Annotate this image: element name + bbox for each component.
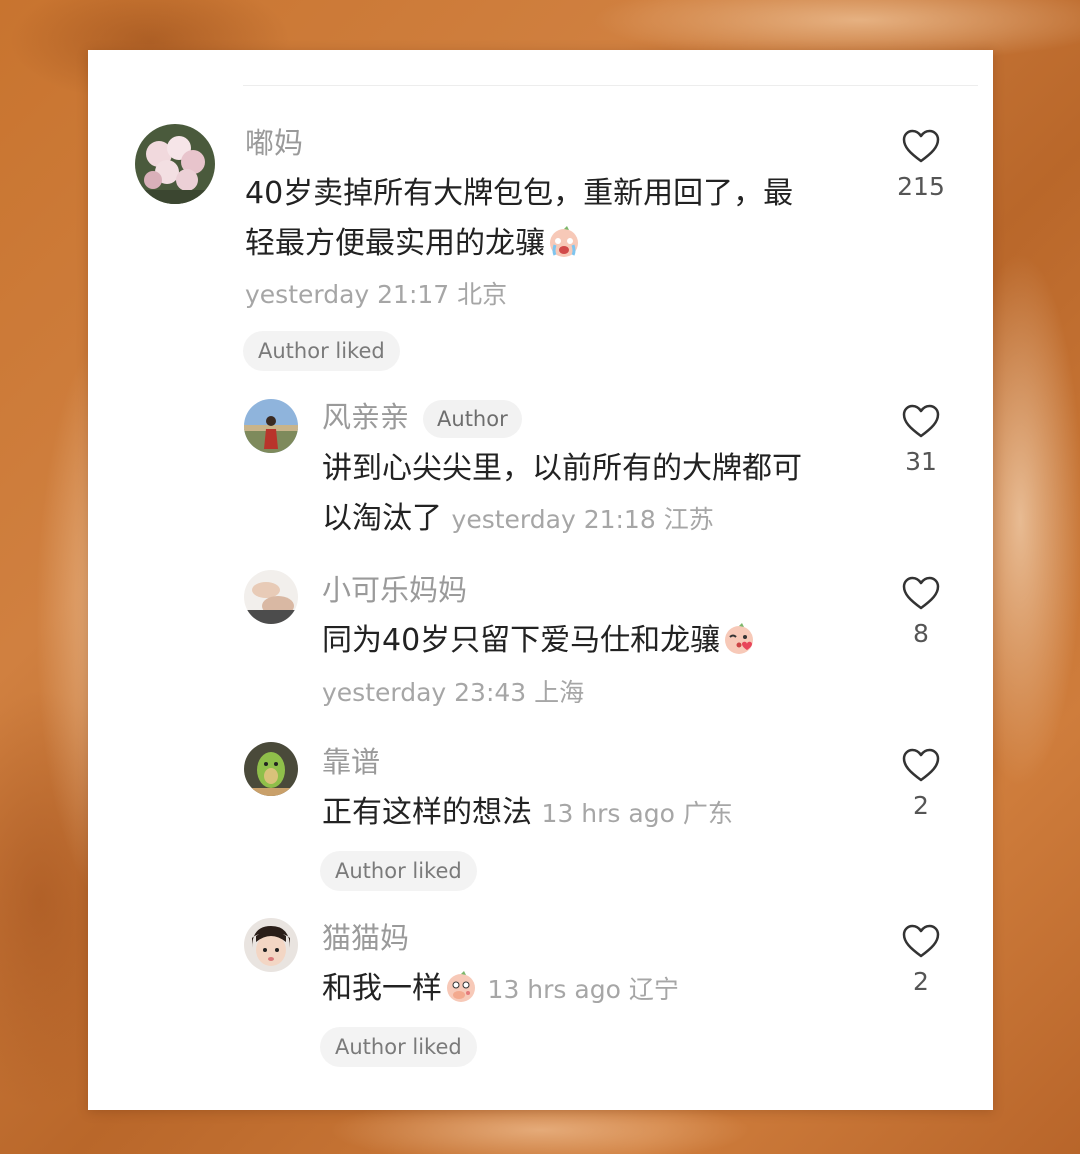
avatar[interactable] (244, 742, 298, 796)
username[interactable]: 小可乐妈妈 (322, 572, 467, 608)
comment-time: 13 hrs ago 广东 (541, 799, 733, 828)
avatar[interactable] (244, 399, 298, 453)
comment-time: yesterday 23:43 上海 (322, 678, 585, 707)
divider (243, 85, 978, 86)
like-count: 2 (913, 967, 929, 996)
author-liked-tag: Author liked (320, 851, 477, 891)
comment-time: yesterday 21:18 江苏 (451, 505, 714, 534)
comment-text: 讲到心尖尖里，以前所有的大牌都可 以淘汰了 yesterday 21:18 江苏 (322, 451, 802, 536)
comment-time: 13 hrs ago 辽宁 (487, 975, 679, 1004)
comment-text: 和我一样 13 hrs ago 辽宁 (322, 971, 679, 1006)
like-count: 2 (913, 791, 929, 820)
like-button[interactable]: 215 (886, 128, 956, 201)
avatar[interactable] (244, 918, 298, 972)
comment-time: yesterday 21:17 北京 (245, 280, 508, 309)
comment-text: 正有这样的想法 13 hrs ago 广东 (322, 795, 733, 830)
avatar[interactable] (135, 124, 215, 204)
author-liked-tag: Author liked (320, 1027, 477, 1067)
kiss-heart-emoji (725, 623, 754, 654)
hand-over-mouth-emoji (447, 971, 475, 1002)
heart-outline-icon (902, 748, 940, 782)
like-button[interactable]: 31 (886, 403, 956, 476)
like-button[interactable]: 2 (886, 747, 956, 820)
author-liked-tag: Author liked (243, 331, 400, 371)
heart-outline-icon (902, 924, 940, 958)
like-count: 31 (905, 447, 937, 476)
avatar[interactable] (244, 570, 298, 624)
comment-text: 40岁卖掉所有大牌包包，重新用回了，最 轻最方便最实用的龙骧 (245, 176, 794, 261)
like-button[interactable]: 8 (886, 575, 956, 648)
crying-face-emoji (550, 226, 578, 257)
comments-card: 嘟妈 40岁卖掉所有大牌包包，重新用回了，最 轻最方便最实用的龙骧 yester… (88, 50, 993, 1110)
username[interactable]: 靠谱 (322, 744, 380, 780)
username[interactable]: 风亲亲 Author (322, 399, 522, 438)
comment-text: 同为40岁只留下爱马仕和龙骧 (322, 616, 862, 666)
like-button[interactable]: 2 (886, 923, 956, 996)
heart-outline-icon (902, 129, 940, 163)
like-count: 8 (913, 619, 929, 648)
author-badge: Author (423, 400, 522, 438)
username[interactable]: 猫猫妈 (322, 920, 409, 956)
username[interactable]: 嘟妈 (245, 125, 303, 161)
like-count: 215 (897, 172, 945, 201)
heart-outline-icon (902, 576, 940, 610)
heart-outline-icon (902, 404, 940, 438)
